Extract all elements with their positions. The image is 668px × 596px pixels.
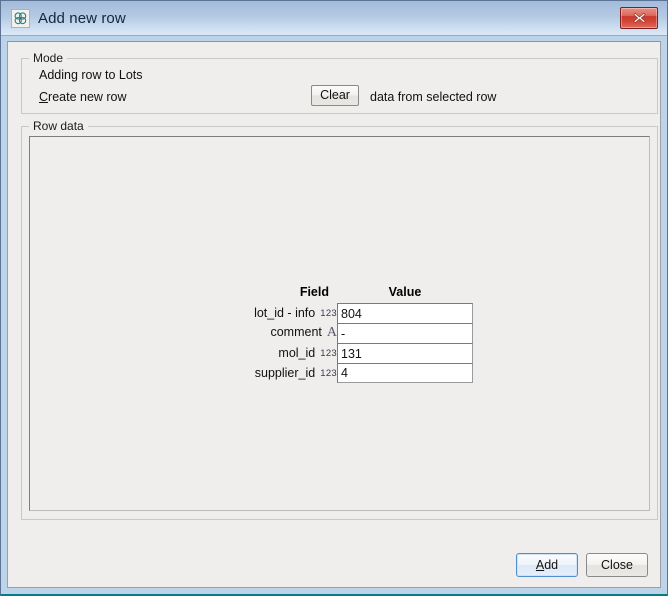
table-row: comment A (226, 323, 473, 343)
numeric-type-icon: 123 (320, 308, 337, 319)
field-label-cell: lot_id - info 123 (226, 303, 337, 323)
table-header-row: Field Value (226, 285, 473, 303)
mode-group: Mode Adding row to Lots Create new row C… (21, 51, 658, 114)
alpha-type-icon: A (326, 325, 337, 340)
column-header-value: Value (388, 285, 422, 299)
row-data-panel: Field Value lot_id - info 123 comment A (29, 136, 650, 511)
field-label-text: mol_id (278, 346, 316, 360)
dialog-client-area: Mode Adding row to Lots Create new row C… (7, 41, 661, 588)
add-button-mnemonic: A (535, 558, 545, 572)
create-new-row-rest: reate new row (48, 90, 127, 104)
add-button-rest: dd (544, 558, 559, 572)
adding-row-text: Adding row to Lots (39, 68, 143, 82)
value-input-supplier-id[interactable] (337, 363, 473, 383)
row-data-group: Row data Field Value lot_id - info 123 8… (21, 119, 658, 520)
add-button[interactable]: Add (516, 553, 578, 577)
table-row: lot_id - info 123 (226, 303, 473, 323)
column-header-field: Field (299, 285, 329, 299)
numeric-type-icon: 123 (320, 368, 337, 379)
dialog-window: Add new row Mode Adding row to Lots Crea… (0, 0, 668, 596)
title-bar: Add new row (1, 1, 667, 36)
value-input-lot-id[interactable] (337, 303, 473, 323)
field-label-cell: mol_id 123 (226, 343, 337, 363)
field-value-cell (337, 363, 473, 383)
field-label-cell: comment A (226, 323, 337, 343)
field-value-cell (337, 343, 473, 363)
field-value-table: Field Value lot_id - info 123 comment A (226, 285, 473, 383)
field-label-text: comment (270, 325, 322, 339)
mode-group-legend: Mode (29, 51, 68, 65)
field-value-cell (337, 323, 473, 343)
numeric-type-icon: 123 (320, 348, 337, 359)
table-row: mol_id 123 (226, 343, 473, 363)
close-icon[interactable] (620, 7, 658, 29)
field-label-text: supplier_id (254, 366, 316, 380)
table-row: supplier_id 123 (226, 363, 473, 383)
field-value-cell (337, 303, 473, 323)
create-new-row-label: Create new row (39, 90, 127, 104)
field-label-text: lot_id - info (254, 306, 316, 320)
dialog-button-bar: Add Close (516, 553, 648, 577)
close-button[interactable]: Close (586, 553, 648, 577)
row-data-group-legend: Row data (29, 119, 88, 133)
create-new-row-mnemonic: C (39, 90, 49, 104)
window-title: Add new row (38, 9, 126, 27)
value-input-mol-id[interactable] (337, 343, 473, 363)
field-label-cell: supplier_id 123 (226, 363, 337, 383)
clear-button[interactable]: Clear (311, 85, 359, 106)
value-input-comment[interactable] (337, 323, 473, 343)
molecule-icon (11, 8, 30, 28)
clear-suffix-text: data from selected row (370, 90, 497, 104)
